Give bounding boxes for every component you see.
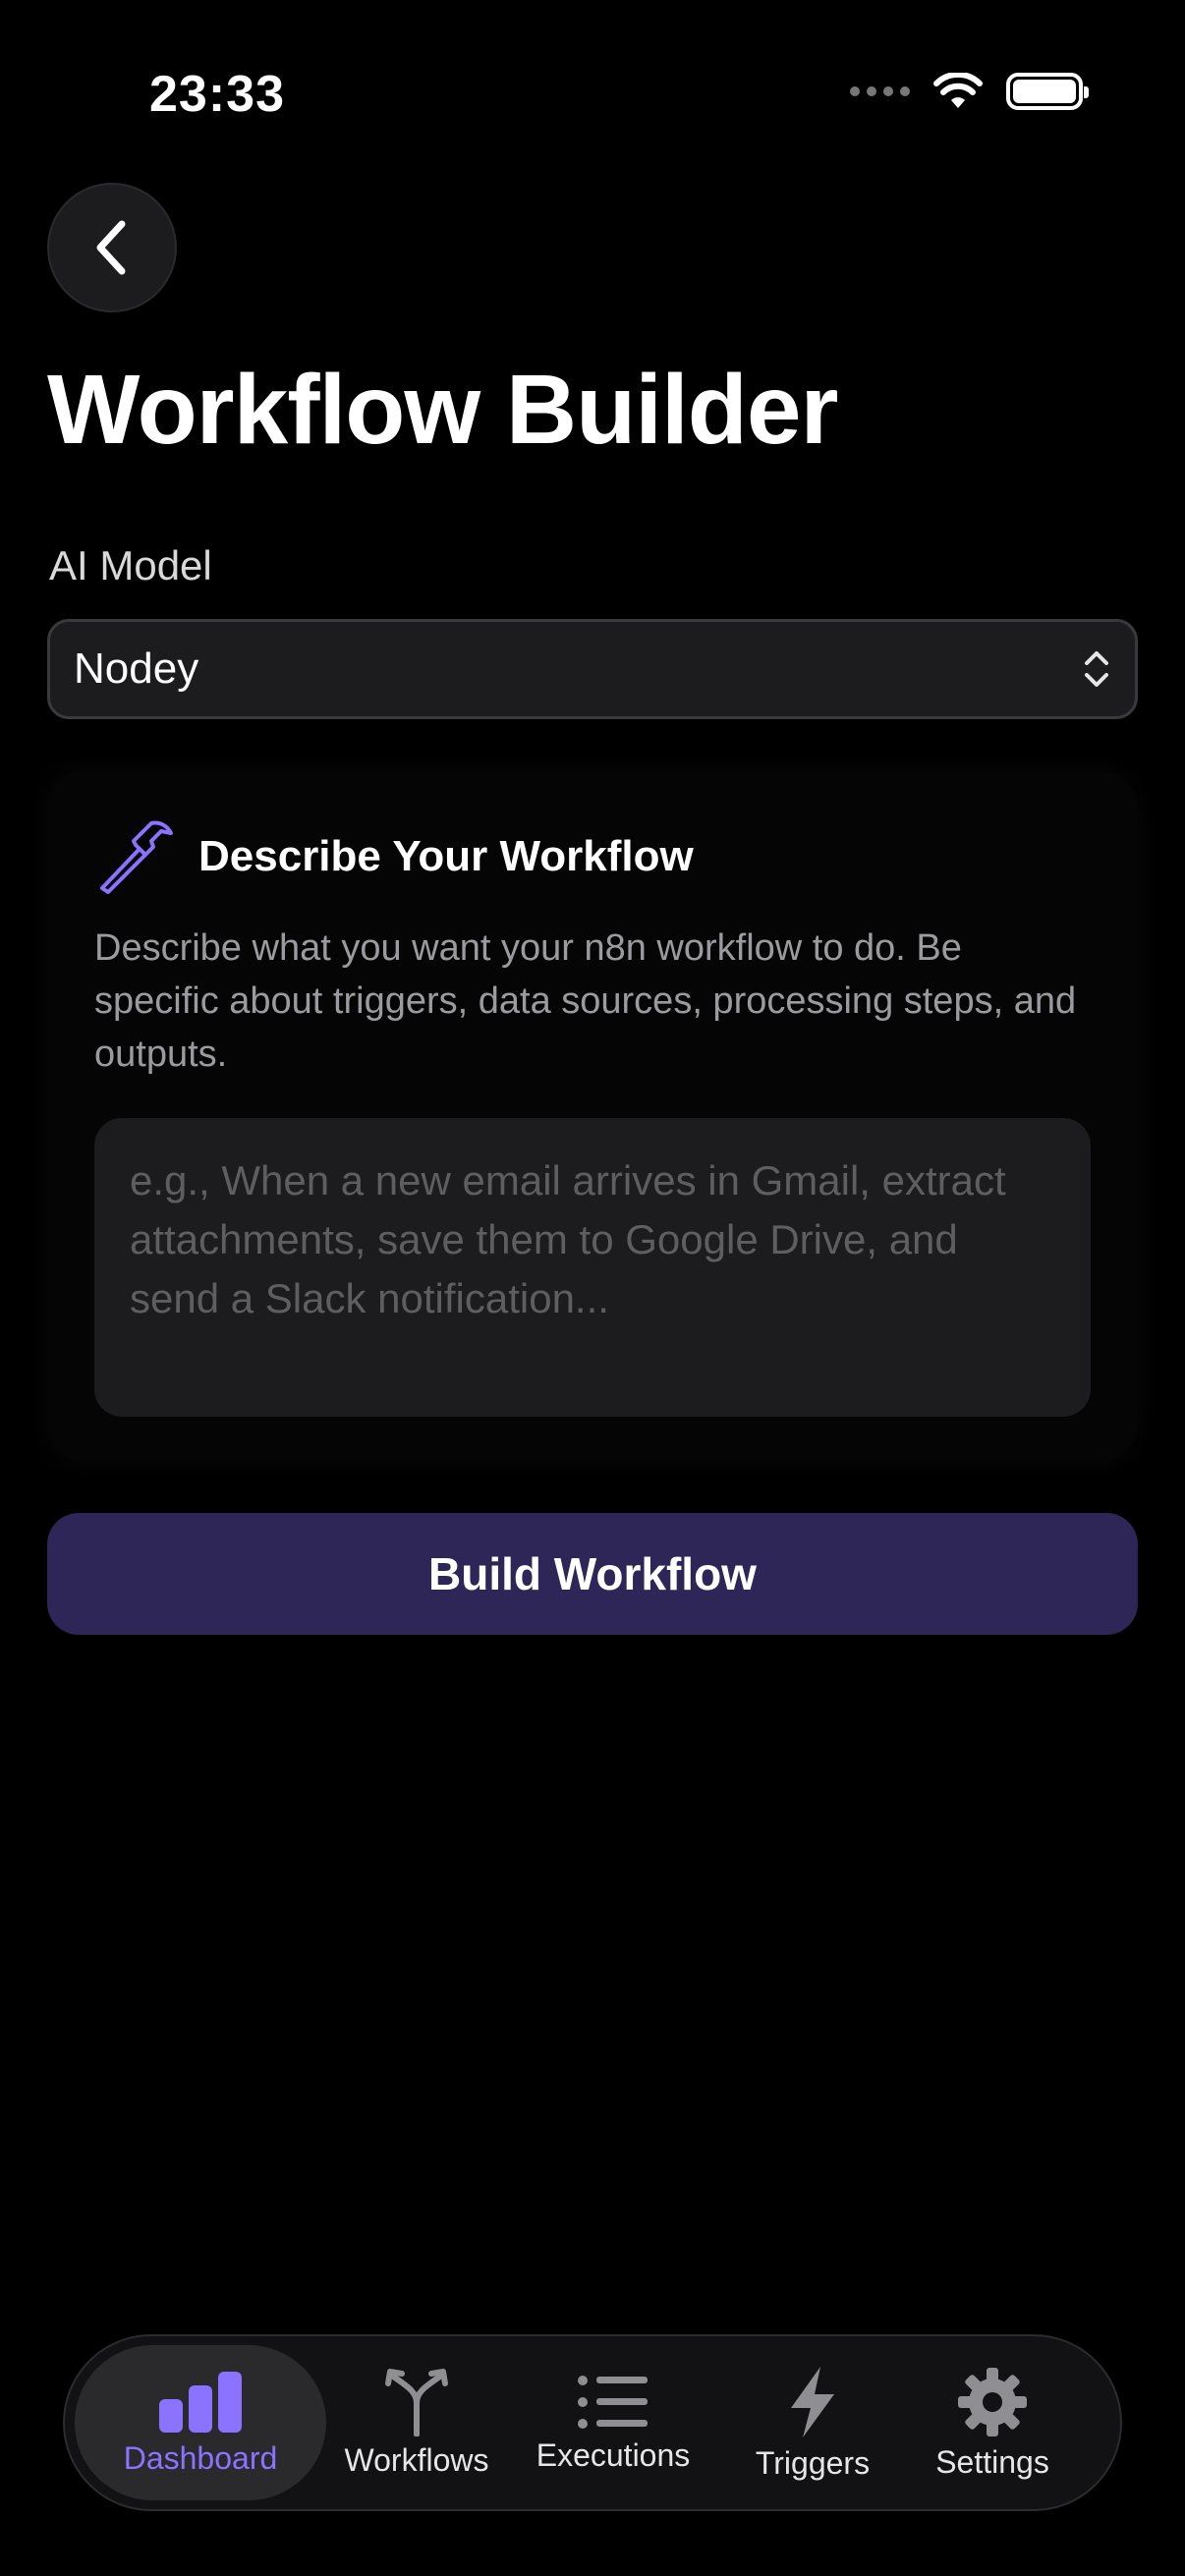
tab-label: Executions [536,2436,691,2473]
tab-executions[interactable]: Executions [507,2345,719,2500]
bolt-icon [791,2366,834,2437]
up-down-chevron-icon [1085,651,1108,687]
wifi-icon [933,73,983,108]
ai-model-selected-value: Nodey [74,644,199,693]
tab-label: Workflows [344,2441,489,2478]
cellular-signal-icon [850,86,910,96]
ai-model-label: AI Model [49,542,212,588]
tab-label: Triggers [755,2444,871,2481]
page-title: Workflow Builder [47,355,838,465]
chevron-left-icon [96,220,126,275]
chart-bar-icon [159,2371,242,2433]
tab-dashboard[interactable]: Dashboard [75,2345,326,2500]
status-icons [850,73,1089,110]
card-description: Describe what you want your n8n workflow… [94,927,1077,1075]
build-workflow-button[interactable]: Build Workflow [47,1513,1138,1635]
status-time: 23:33 [149,66,285,123]
list-icon [578,2375,648,2429]
tab-settings[interactable]: Settings [906,2345,1079,2500]
tab-workflows[interactable]: Workflows [326,2345,507,2500]
tab-triggers[interactable]: Triggers [719,2345,906,2500]
workflow-description-input[interactable] [94,1118,1091,1417]
battery-icon [1006,73,1089,110]
tab-label: Settings [935,2443,1049,2480]
tab-label: Dashboard [123,2439,278,2476]
hammer-icon [100,820,173,894]
card-header: Describe Your Workflow [96,819,694,894]
back-button[interactable] [47,183,177,312]
ai-model-select[interactable]: Nodey [47,619,1138,719]
branch-icon [385,2368,448,2436]
gear-icon [958,2367,1027,2436]
describe-workflow-card: Describe Your Workflow Describe what you… [47,770,1138,1462]
card-title: Describe Your Workflow [198,832,694,880]
tab-bar: Dashboard Workflows Executions Triggers [63,2334,1122,2511]
